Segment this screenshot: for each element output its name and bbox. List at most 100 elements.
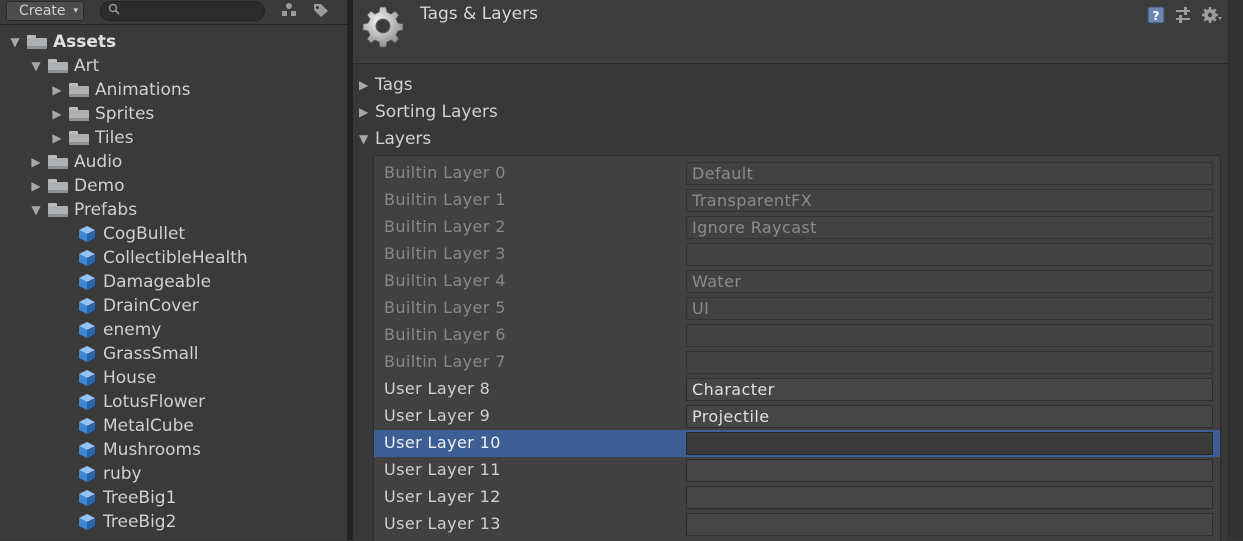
search-input[interactable] [125,4,259,20]
tree-item-label: Prefabs [74,200,138,220]
triangle-down-icon[interactable]: ▼ [29,54,43,78]
prefab-item[interactable]: GrassSmall [0,342,347,366]
layer-name-label: Builtin Layer 7 [384,352,506,371]
layer-row[interactable]: Builtin Layer 0 Default [374,160,1220,187]
layer-name-field: TransparentFX [686,189,1213,212]
triangle-down-icon: ▼ [359,132,369,146]
inspector-title: Tags & Layers [420,4,538,24]
prefab-item[interactable]: enemy [0,318,347,342]
settings-gear-icon [361,4,405,48]
prefab-item[interactable]: CogBullet [0,222,347,246]
layer-row[interactable]: Builtin Layer 6 [374,322,1220,349]
triangle-right-icon[interactable]: ▶ [50,78,64,102]
layer-row[interactable]: User Layer 8 Character [374,376,1220,403]
prefab-cube-icon [78,369,96,387]
prefab-item[interactable]: Damageable [0,270,347,294]
folder-item[interactable]: ▶ Demo [0,174,347,198]
tree-item-label: Animations [95,80,191,100]
help-icon[interactable]: ? [1146,5,1166,25]
triangle-right-icon[interactable]: ▶ [50,126,64,150]
layer-row[interactable]: User Layer 13 [374,511,1220,538]
folder-item[interactable]: ▶ Tiles [0,126,347,150]
layer-name-field[interactable] [686,432,1213,455]
layer-row[interactable]: Builtin Layer 4 Water [374,268,1220,295]
inspector-scrollbar[interactable] [1228,0,1243,540]
prefab-cube-icon [78,249,96,267]
layers-foldout[interactable]: ▼ Layers [353,127,1228,151]
tree-item-label: ruby [103,464,142,484]
prefab-cube-icon [78,441,96,459]
folder-icon [27,35,47,49]
layer-name-field: Ignore Raycast [686,216,1213,239]
triangle-right-icon[interactable]: ▶ [29,150,43,174]
folder-item[interactable]: ▼ Assets [0,30,347,54]
create-button[interactable]: Create ▾ [6,1,84,21]
label-filter-icon[interactable] [311,2,331,20]
layer-name-label: Builtin Layer 0 [384,163,506,182]
triangle-right-icon: ▶ [359,105,369,119]
search-field[interactable] [100,1,265,21]
triangle-right-icon[interactable]: ▶ [29,174,43,198]
layer-name-label: User Layer 11 [384,460,501,479]
folder-item[interactable]: ▶ Sprites [0,102,347,126]
layer-name-label: User Layer 8 [384,379,491,398]
prefab-item[interactable]: CollectibleHealth [0,246,347,270]
folder-item[interactable]: ▶ Animations [0,78,347,102]
layer-name-field[interactable] [686,513,1213,536]
tree-item-label: TreeBig1 [103,488,177,508]
prefab-item[interactable]: ruby [0,462,347,486]
folder-icon [69,131,89,145]
layer-name-label: User Layer 9 [384,406,491,425]
layer-name-field[interactable] [686,486,1213,509]
layer-name-field[interactable]: Character [686,378,1213,401]
triangle-down-icon[interactable]: ▼ [8,30,22,54]
tree-item-label: Art [74,56,100,76]
tree-item-label: Tiles [95,128,134,148]
layer-row[interactable]: Builtin Layer 3 [374,241,1220,268]
layer-name-field: UI [686,297,1213,320]
search-icon [108,3,120,18]
layer-row[interactable]: Builtin Layer 5 UI [374,295,1220,322]
prefab-item[interactable]: TreeBig2 [0,510,347,534]
scene-filter-icon[interactable] [279,2,299,20]
layer-name-field[interactable]: Projectile [686,405,1213,428]
tree-item-label: Sprites [95,104,155,124]
prefab-item[interactable]: DrainCover [0,294,347,318]
layer-name-label: Builtin Layer 5 [384,298,506,317]
layer-row[interactable]: Builtin Layer 7 [374,349,1220,376]
sorting-layers-foldout[interactable]: ▶ Sorting Layers [353,100,1228,124]
prefab-item[interactable]: TreeBig1 [0,486,347,510]
tree-item-label: Audio [74,152,123,172]
layer-row[interactable]: User Layer 10 [374,430,1220,457]
folder-icon [48,203,68,217]
layer-name-label: Builtin Layer 4 [384,271,506,290]
prefab-item[interactable]: MetalCube [0,414,347,438]
tags-foldout[interactable]: ▶ Tags [353,73,1228,97]
folder-item[interactable]: ▼ Prefabs [0,198,347,222]
layer-row[interactable]: Builtin Layer 2 Ignore Raycast [374,214,1220,241]
tree-item-label: Demo [74,176,125,196]
tree-item-label: enemy [103,320,162,340]
tree-item-label: TreeBig2 [103,512,177,532]
layer-name-field[interactable] [686,459,1213,482]
layer-row[interactable]: User Layer 9 Projectile [374,403,1220,430]
folder-item[interactable]: ▼ Art [0,54,347,78]
prefab-item[interactable]: LotusFlower [0,390,347,414]
layer-row[interactable]: Builtin Layer 1 TransparentFX [374,187,1220,214]
triangle-right-icon[interactable]: ▶ [50,102,64,126]
layer-row[interactable]: User Layer 11 [374,457,1220,484]
prefab-item[interactable]: Mushrooms [0,438,347,462]
folder-icon [48,155,68,169]
prefab-item[interactable]: House [0,366,347,390]
settings-gear-icon-small[interactable] [1201,5,1222,25]
layer-name-field: Water [686,270,1213,293]
layer-name-field [686,243,1213,266]
folder-item[interactable]: ▶ Audio [0,150,347,174]
triangle-down-icon[interactable]: ▼ [29,198,43,222]
prefab-cube-icon [78,465,96,483]
tree-item-label: LotusFlower [103,392,206,412]
layer-name-field: Default [686,162,1213,185]
layer-row[interactable]: User Layer 12 [374,484,1220,511]
tree-item-label: CogBullet [103,224,186,244]
preset-icon[interactable] [1173,5,1193,25]
